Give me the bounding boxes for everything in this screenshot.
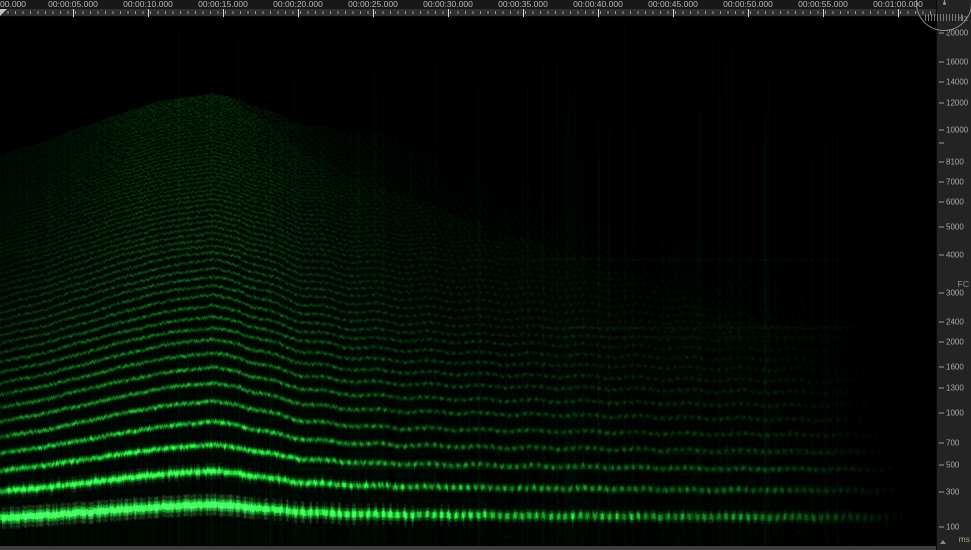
scroll-caret-icon[interactable] — [940, 540, 946, 544]
frequency-label: 2400 — [946, 318, 964, 327]
frequency-label: 5000 — [946, 223, 964, 232]
frequency-label: 4000 — [946, 251, 964, 260]
frequency-tick-row: 4000 — [939, 251, 964, 260]
timeline-label: 00:00:10.000 — [123, 0, 173, 9]
frequency-tick-icon — [939, 342, 944, 343]
frequency-tick-row: 1600 — [939, 363, 964, 372]
timeline-ticks — [0, 9, 936, 17]
frequency-label: 1600 — [946, 363, 964, 372]
frequency-tick-icon — [939, 62, 944, 63]
frequency-tick-row: 16000 — [939, 58, 968, 67]
timeline-label: 00:00:05.000 — [48, 0, 98, 9]
knob-center-dot-icon — [943, 2, 946, 5]
frequency-tick-row: 10000 — [939, 126, 968, 135]
frequency-tick-icon — [939, 227, 944, 228]
frequency-label: 1000 — [946, 409, 964, 418]
timeline-label: 00.000 — [0, 0, 26, 9]
frequency-label: 7000 — [946, 178, 964, 187]
timeline-label: 00:00:20.000 — [273, 0, 323, 9]
frequency-tick-row: 2400 — [939, 318, 964, 327]
frequency-tick-row: 5000 — [939, 223, 964, 232]
frequency-tick-row: 300 — [939, 488, 959, 497]
timeline-label: 00:00:50.000 — [723, 0, 773, 9]
frequency-label: 14000 — [946, 78, 968, 87]
timeline-major-tick — [223, 9, 224, 17]
frequency-tick-icon — [939, 182, 944, 183]
frequency-tick-icon — [939, 255, 944, 256]
timeline-label: 00:00:25.000 — [348, 0, 398, 9]
playhead-marker-icon[interactable] — [0, 9, 7, 16]
timeline-major-tick — [73, 9, 74, 17]
frequency-label: 10000 — [946, 126, 968, 135]
timeline-major-tick — [748, 9, 749, 17]
frequency-tick-row: 14000 — [939, 78, 968, 87]
frequency-tick-icon — [939, 202, 944, 203]
timeline-label: 00:00:35.000 — [498, 0, 548, 9]
timeline-label: 00:00:55.000 — [798, 0, 848, 9]
frequency-tick-row: 2000 — [939, 338, 964, 347]
fc-label: FC — [958, 279, 969, 289]
frequency-label: 12000 — [946, 99, 968, 108]
frequency-tick-icon — [939, 82, 944, 83]
frequency-tick-icon — [939, 413, 944, 414]
frequency-tick-icon — [939, 103, 944, 104]
timeline-major-tick — [898, 9, 899, 17]
frequency-tick-row: 7000 — [939, 178, 964, 187]
frequency-label: 300 — [946, 488, 959, 497]
timeline-major-tick — [598, 9, 599, 17]
frequency-label: 1300 — [946, 384, 964, 393]
timeline-major-tick — [673, 9, 674, 17]
timeline-major-tick — [298, 9, 299, 17]
timeline-label: 00:00:40.000 — [573, 0, 623, 9]
timeline-major-tick — [823, 9, 824, 17]
timeline-label: 00:00:45.000 — [648, 0, 698, 9]
horizontal-scrollbar[interactable] — [0, 546, 936, 550]
frequency-tick-icon — [939, 388, 944, 389]
frequency-tick-icon — [939, 293, 944, 294]
frequency-tick-row: 700 — [939, 439, 959, 448]
timeline-major-tick — [373, 9, 374, 17]
frequency-tick-row: 1000 — [939, 409, 964, 418]
timeline-label: 00:00:30.000 — [423, 0, 473, 9]
frequency-label: 2000 — [946, 338, 964, 347]
frequency-tick-icon — [939, 492, 944, 493]
timeline-labels: 00.000 00:00:05.000 00:00:10.000 00:00:15.0… — [0, 0, 936, 9]
ms-unit-label: ms — [959, 534, 970, 544]
frequency-tick-row — [939, 139, 946, 148]
frequency-ruler[interactable]: Hz 20000 16000 14000 12000 10000 — [936, 0, 971, 550]
frequency-label: 6000 — [946, 198, 964, 207]
frequency-tick-row: 100 — [939, 523, 959, 532]
frequency-label: 8100 — [946, 158, 964, 167]
frequency-label: 3000 — [946, 289, 964, 298]
frequency-tick-icon — [939, 143, 944, 144]
frequency-tick-icon — [939, 465, 944, 466]
frequency-label: 700 — [946, 439, 959, 448]
frequency-tick-row: 12000 — [939, 99, 968, 108]
frequency-label: 16000 — [946, 58, 968, 67]
frequency-tick-row: 3000 — [939, 289, 964, 298]
timeline-label: 00:00:15.000 — [198, 0, 248, 9]
timeline-major-tick — [148, 9, 149, 17]
frequency-tick-icon — [939, 322, 944, 323]
frequency-tick-icon — [939, 443, 944, 444]
frequency-tick-row: 500 — [939, 461, 959, 470]
timeline-major-tick — [448, 9, 449, 17]
frequency-tick-icon — [939, 367, 944, 368]
spectrogram-canvas[interactable] — [0, 17, 936, 546]
frequency-tick-row: 1300 — [939, 384, 964, 393]
frequency-tick-icon — [939, 33, 944, 34]
frequency-tick-row: 8100 — [939, 158, 964, 167]
timeline-major-tick — [523, 9, 524, 17]
frequency-label: 500 — [946, 461, 959, 470]
spectral-editor-window: 00.000 00:00:05.000 00:00:10.000 00:00:15.0… — [0, 0, 971, 550]
frequency-tick-row: 6000 — [939, 198, 964, 207]
knob-scale-ticks-icon — [925, 14, 963, 21]
timeline-ruler[interactable]: 00.000 00:00:05.000 00:00:10.000 00:00:15.0… — [0, 0, 936, 17]
frequency-tick-icon — [939, 130, 944, 131]
frequency-tick-icon — [939, 527, 944, 528]
frequency-label: 100 — [946, 523, 959, 532]
frequency-tick-icon — [939, 162, 944, 163]
